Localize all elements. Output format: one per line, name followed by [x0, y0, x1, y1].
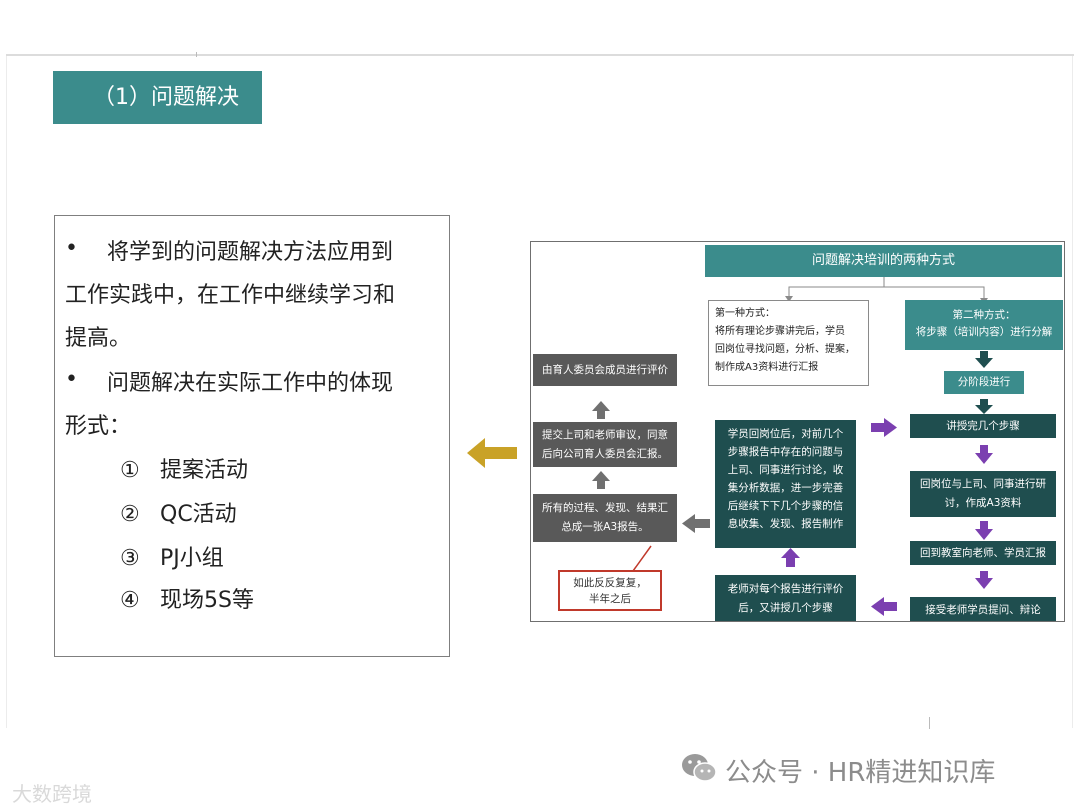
- item-number: ①: [120, 458, 140, 483]
- method-one-line: 第一种方式：: [715, 308, 775, 319]
- step-report: 回到教室向老师、学员汇报: [910, 541, 1056, 565]
- wechat-icon: [682, 754, 717, 782]
- bullet-1-line-2: 工作实践中，在工作中继续学习和: [65, 283, 396, 308]
- middle-discussion-box: 学员回岗位后，对前几个步骤报告中存在的问题与上司、同事进行讨论，收集分析数据，进…: [715, 420, 856, 548]
- method-one-box: 第一种方式： 将所有理论步骤讲完后，学员 回岗位寻找问题，分析、提案， 制作成A…: [708, 300, 869, 386]
- step-discuss: 回岗位与上司、同事进行研讨，作成A3资料: [910, 471, 1056, 517]
- list-item: ③ PJ小组: [120, 540, 224, 572]
- list-item: ④ 现场5S等: [120, 582, 254, 614]
- item-text: PJ小组: [160, 546, 224, 571]
- item-number: ②: [120, 502, 140, 527]
- bullet-marker: •: [65, 367, 78, 392]
- step-qa: 接受老师学员提问、辩论: [910, 597, 1056, 621]
- repeat-note-line: 如此反反复复，: [573, 577, 647, 589]
- diagram-title: 问题解决培训的两种方式: [705, 245, 1062, 277]
- step-lecture: 讲授完几个步骤: [910, 414, 1056, 438]
- middle-evaluation-box: 老师对每个报告进行评价后，又讲授几个步骤: [715, 575, 856, 621]
- account-watermark: 公众号 · HR精进知识库: [725, 758, 996, 788]
- method-two-box: 第二种方式： 将步骤（培训内容）进行分解: [905, 300, 1063, 350]
- brand-watermark: 大数跨境: [12, 782, 92, 806]
- bullet-1-line-1: 将学到的问题解决方法应用到: [107, 240, 394, 265]
- item-number: ④: [120, 588, 140, 613]
- repeat-note: 如此反反复复， 半年之后: [558, 570, 662, 611]
- item-text: 现场5S等: [160, 588, 254, 613]
- left-evaluate-box: 由育人委员会成员进行评价: [533, 354, 677, 386]
- item-text: QC活动: [160, 502, 237, 527]
- list-item: ① 提案活动: [120, 452, 248, 484]
- item-number: ③: [120, 546, 140, 571]
- left-submit-box: 提交上司和老师审议，同意后向公司育人委员会汇报。: [533, 422, 677, 467]
- left-arrow-icon: [467, 438, 517, 468]
- method-two-line: 第二种方式：: [952, 309, 1016, 321]
- bullet-2-line-1: 问题解决在实际工作中的体现: [107, 371, 394, 396]
- method-one-line: 制作成A3资料进行汇报: [715, 362, 819, 373]
- item-text: 提案活动: [160, 458, 249, 483]
- slide-title: （1）问题解决: [53, 71, 262, 124]
- bullet-marker: •: [65, 236, 78, 261]
- bullet-1-line-3: 提高。: [65, 326, 132, 351]
- left-summary-box: 所有的过程、发现、结果汇总成一张A3报告。: [533, 494, 677, 542]
- left-rule: [6, 56, 7, 728]
- step-stage: 分阶段进行: [944, 371, 1024, 394]
- right-rule: [1072, 56, 1073, 728]
- list-item: ② QC活动: [120, 496, 237, 528]
- repeat-note-line: 半年之后: [589, 593, 631, 605]
- rule-tick: [929, 717, 930, 729]
- bullet-2-line-2: 形式：: [65, 414, 132, 439]
- method-one-line: 回岗位寻找问题，分析、提案，: [715, 344, 855, 355]
- top-rule: [6, 54, 1074, 56]
- method-one-line: 将所有理论步骤讲完后，学员: [715, 326, 845, 337]
- method-two-line: 将步骤（培训内容）进行分解: [915, 326, 1053, 338]
- training-diagram: 问题解决培训的两种方式 第一种方式： 将所有理论步骤讲完后，学员 回岗位寻找问题…: [530, 241, 1065, 622]
- rule-tick: [196, 52, 197, 57]
- text-panel: • 将学到的问题解决方法应用到 工作实践中，在工作中继续学习和 提高。 • 问题…: [54, 215, 450, 657]
